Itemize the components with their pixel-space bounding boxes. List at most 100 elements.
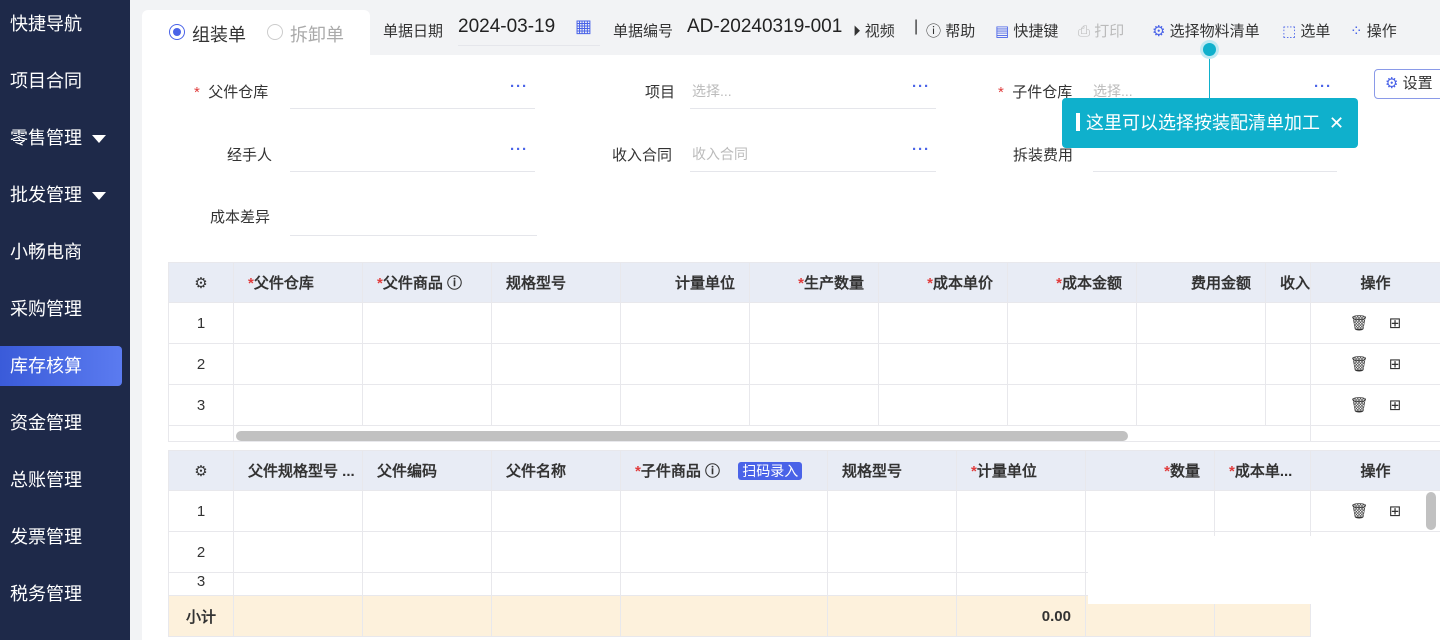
cell[interactable] (827, 490, 957, 532)
cell[interactable] (491, 302, 621, 344)
cell[interactable] (362, 384, 492, 426)
project-input[interactable]: 选择... (692, 81, 732, 101)
trash-icon[interactable]: 🗑 (1350, 356, 1369, 373)
cell[interactable] (491, 531, 621, 573)
help-button[interactable]: ⓘ 帮助 (926, 20, 975, 41)
cost-diff-input[interactable] (290, 235, 537, 236)
trash-icon[interactable]: 🗑 (1350, 315, 1369, 332)
sidebar-item[interactable]: 批发管理 (0, 175, 122, 215)
parent-wh-more[interactable]: ··· (510, 78, 528, 95)
trash-icon[interactable]: 🗑 (1350, 503, 1369, 520)
cell[interactable] (956, 490, 1086, 532)
sidebar-item[interactable]: 快捷导航 (0, 4, 122, 44)
parent-wh-input[interactable] (290, 108, 535, 109)
trash-icon[interactable]: 🗑 (1350, 397, 1369, 414)
settings-button[interactable]: ⚙ 设置 (1374, 69, 1440, 99)
cell[interactable] (749, 343, 879, 385)
print-button[interactable]: ⎙ 打印 (1078, 20, 1124, 41)
sidebar-item[interactable]: 库存核算 (0, 346, 122, 386)
cell[interactable] (233, 531, 363, 573)
shortcut-button[interactable]: ▤ 快捷键 (995, 20, 1058, 41)
cell[interactable] (1136, 343, 1266, 385)
video-button[interactable]: ⏵ 视频 (853, 20, 895, 41)
cell[interactable] (362, 343, 492, 385)
contract-input[interactable]: 收入合同 (692, 144, 748, 164)
cell[interactable] (362, 302, 492, 344)
cell[interactable] (491, 343, 621, 385)
gear-icon: ⚙ (194, 274, 208, 292)
copy-add-icon[interactable]: ⊞ (1389, 503, 1402, 520)
column-settings[interactable]: ⚙ (168, 450, 234, 491)
contract-more[interactable]: ··· (912, 141, 930, 158)
cell[interactable] (1136, 302, 1266, 344)
cell[interactable] (362, 490, 492, 532)
sidebar-item[interactable]: 发票管理 (0, 517, 122, 557)
cell[interactable] (362, 572, 492, 596)
operations-button[interactable]: ⁘ 操作 (1350, 20, 1397, 41)
handler-more[interactable]: ··· (510, 141, 528, 158)
cell[interactable] (1085, 490, 1215, 532)
cell[interactable] (620, 572, 828, 596)
close-icon[interactable]: ✕ (1329, 113, 1344, 133)
sidebar-item-label: 批发管理 (10, 185, 82, 205)
cell[interactable] (878, 343, 1008, 385)
cell[interactable] (233, 302, 363, 344)
cell[interactable] (1265, 384, 1311, 426)
copy-add-icon[interactable]: ⊞ (1389, 315, 1402, 332)
cell[interactable] (827, 572, 957, 596)
sidebar-item[interactable]: 资金管理 (0, 403, 122, 443)
cell[interactable] (956, 531, 1086, 573)
cell[interactable] (1007, 302, 1137, 344)
cell[interactable] (878, 384, 1008, 426)
cell[interactable] (1007, 384, 1137, 426)
cell[interactable] (620, 531, 828, 573)
mode-assemble-label[interactable]: 组装单 (192, 21, 246, 47)
video-label: 视频 (864, 23, 895, 40)
cell[interactable] (620, 384, 750, 426)
cell[interactable] (1136, 384, 1266, 426)
handler-input[interactable] (290, 171, 535, 172)
select-bom-button[interactable]: ⚙ 选择物料清单 (1152, 20, 1260, 41)
radio-assemble[interactable] (169, 24, 185, 40)
horizontal-scrollbar[interactable] (236, 431, 1128, 441)
sidebar-item[interactable]: 总账管理 (0, 460, 122, 500)
cell[interactable] (1265, 343, 1311, 385)
fee-input[interactable] (1093, 171, 1337, 172)
sidebar-item[interactable]: 零售管理 (0, 118, 122, 158)
cell[interactable] (491, 490, 621, 532)
child-wh-more[interactable]: ··· (1314, 78, 1332, 95)
scan-entry-button[interactable]: 扫码录入 (738, 462, 803, 480)
cell[interactable] (827, 531, 957, 573)
cell[interactable] (491, 572, 621, 596)
vertical-scrollbar[interactable] (1426, 492, 1436, 530)
copy-add-icon[interactable]: ⊞ (1389, 397, 1402, 414)
cell[interactable] (491, 384, 621, 426)
cell[interactable] (233, 384, 363, 426)
cell[interactable] (620, 490, 828, 532)
date-input[interactable]: 2024-03-19 (458, 16, 555, 38)
cell[interactable] (620, 343, 750, 385)
copy-add-icon[interactable]: ⊞ (1389, 356, 1402, 373)
project-more[interactable]: ··· (912, 78, 930, 95)
pick-button[interactable]: ⬚ 选单 (1282, 20, 1330, 41)
sidebar-item[interactable]: 项目合同 (0, 61, 122, 101)
cell[interactable] (233, 490, 363, 532)
sidebar-item[interactable]: 采购管理 (0, 289, 122, 329)
cell[interactable] (749, 302, 879, 344)
cell[interactable] (1007, 343, 1137, 385)
radio-disassemble[interactable] (267, 24, 283, 40)
sidebar-item[interactable]: 税务管理 (0, 574, 122, 614)
cell[interactable] (749, 384, 879, 426)
cell[interactable] (1214, 490, 1311, 532)
cell[interactable] (233, 343, 363, 385)
column-settings[interactable]: ⚙ (168, 262, 234, 303)
cell[interactable] (620, 302, 750, 344)
cell[interactable] (956, 572, 1086, 596)
cell[interactable] (1265, 302, 1311, 344)
cell[interactable] (362, 531, 492, 573)
mode-disassemble-label[interactable]: 拆卸单 (290, 21, 344, 47)
cell[interactable] (878, 302, 1008, 344)
cell[interactable] (233, 572, 363, 596)
sidebar-item[interactable]: 小畅电商 (0, 232, 122, 272)
calendar-icon[interactable]: ▦ (575, 16, 592, 37)
